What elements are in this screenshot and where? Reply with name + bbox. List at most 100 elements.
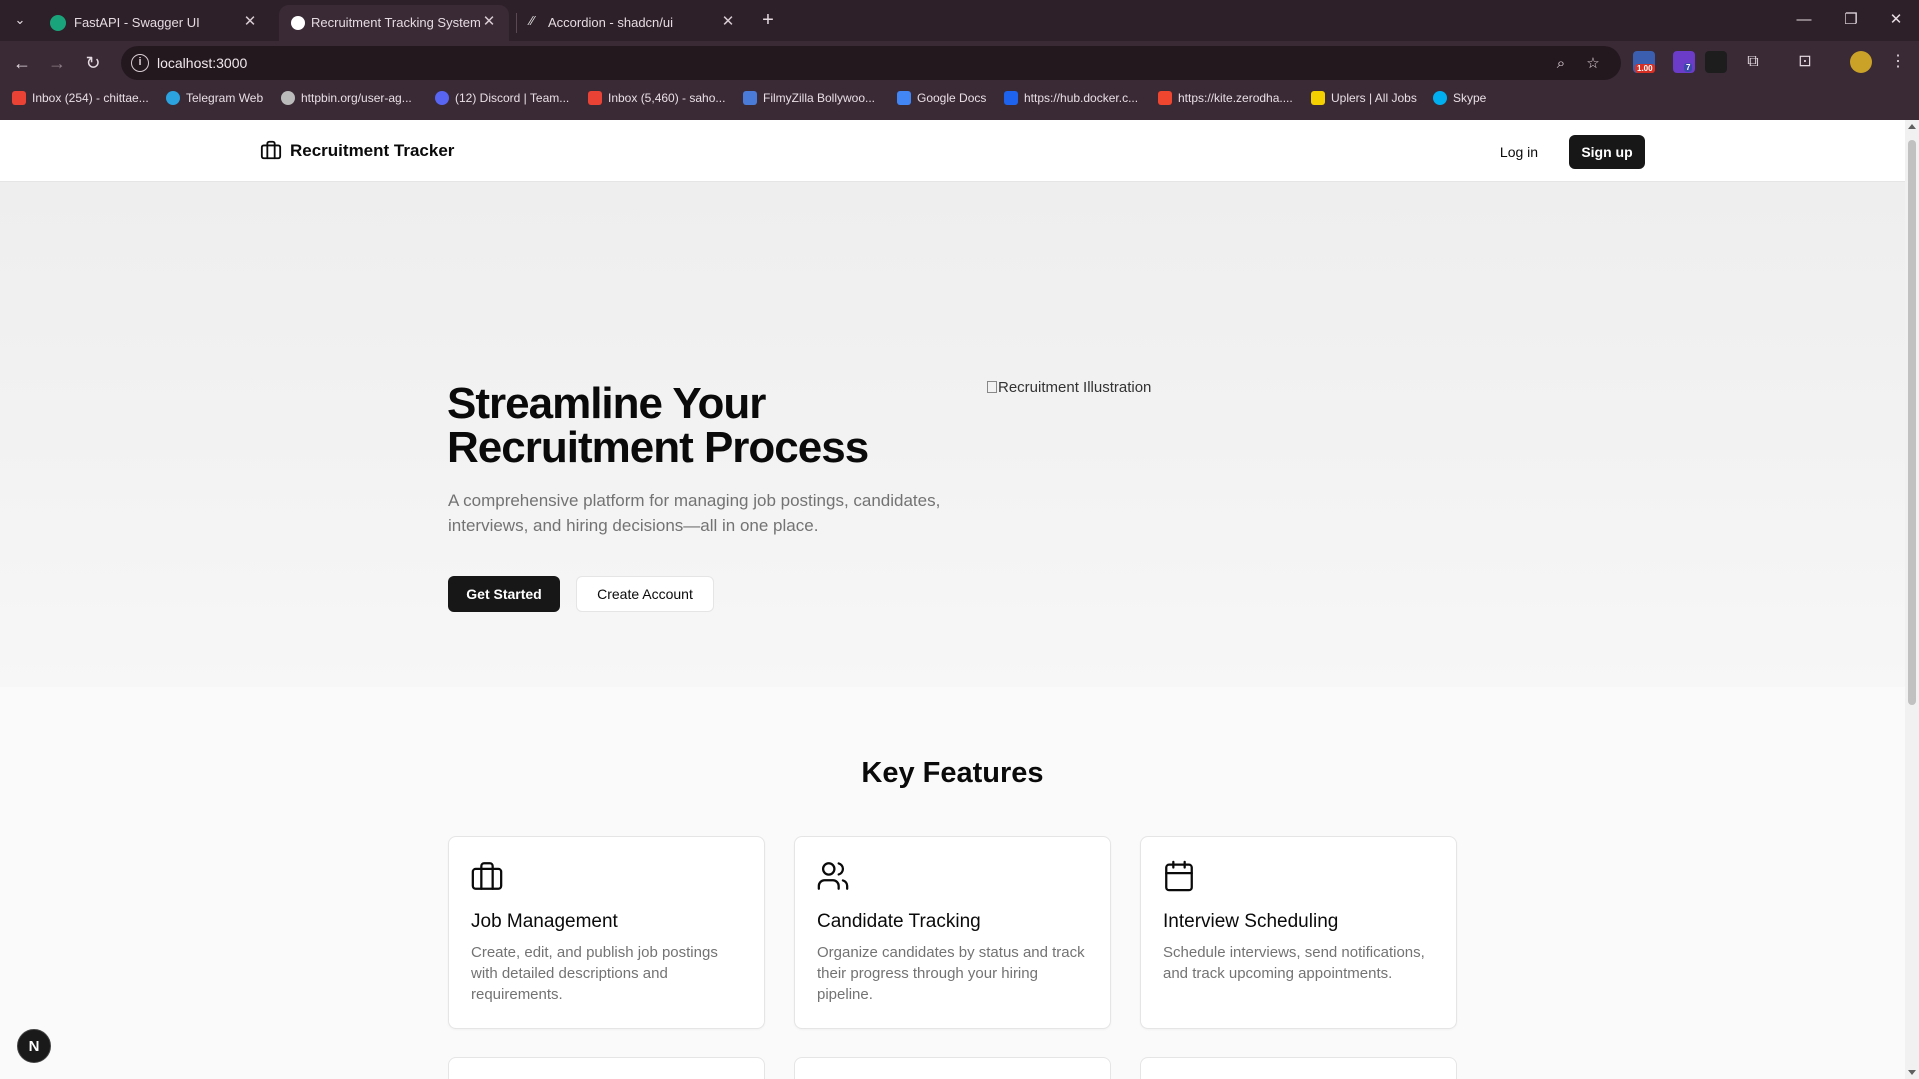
- tab-title: Accordion - shadcn/ui: [548, 15, 674, 30]
- bookmarks-bar: Inbox (254) - chittae... Telegram Web ht…: [0, 87, 1919, 113]
- screen-capture-icon[interactable]: ⊡: [1794, 51, 1816, 73]
- calendar-icon: [1165, 860, 1193, 892]
- tab-recruitment[interactable]: Recruitment Tracking System ✕: [279, 5, 509, 41]
- bookmark-item[interactable]: Skype: [1433, 91, 1486, 109]
- tab-fastapi[interactable]: FastAPI - Swagger UI ✕: [38, 5, 270, 41]
- close-tab-icon[interactable]: ✕: [718, 12, 738, 32]
- feature-card-job-management: Job Management Create, edit, and publish…: [448, 836, 765, 1029]
- scroll-up-icon[interactable]: [1908, 124, 1916, 129]
- tab-title: FastAPI - Swagger UI: [74, 15, 200, 30]
- broken-image-icon: [987, 381, 997, 393]
- browser-toolbar: ← → ↻ i localhost:3000 ⌕ ☆: [0, 41, 1919, 85]
- close-tab-icon[interactable]: ✕: [479, 12, 499, 32]
- url-text: localhost:3000: [157, 55, 248, 71]
- scrollbar-thumb[interactable]: [1908, 140, 1916, 705]
- hero-section: Recruitment Illustration Streamline Your…: [0, 182, 1905, 687]
- extension-badge: 1.00: [1635, 64, 1655, 73]
- gmail-icon: [588, 91, 602, 105]
- bookmark-item[interactable]: Google Docs: [897, 91, 986, 109]
- page-scrollbar[interactable]: [1905, 120, 1919, 1079]
- bookmark-label: https://hub.docker.c...: [1024, 91, 1139, 105]
- hero-subtitle: A comprehensive platform for managing jo…: [448, 491, 941, 535]
- scroll-down-icon[interactable]: [1908, 1070, 1916, 1075]
- feature-description: Organize candidates by status and track …: [817, 944, 1085, 1003]
- page-viewport: Recruitment Tracker Log in Sign up Recru…: [0, 120, 1905, 1079]
- gmail-icon: [12, 91, 26, 105]
- extension-icon[interactable]: 7: [1673, 51, 1695, 73]
- create-account-button[interactable]: Create Account: [576, 576, 714, 612]
- bookmark-label: (12) Discord | Team...: [455, 91, 570, 105]
- fastapi-favicon-icon: [50, 15, 66, 31]
- extension-icon[interactable]: 1.00: [1633, 51, 1655, 73]
- close-window-icon[interactable]: ✕: [1876, 6, 1916, 34]
- skype-icon: [1433, 91, 1447, 105]
- close-tab-icon[interactable]: ✕: [240, 12, 260, 32]
- bookmark-label: FilmyZilla Bollywoo...: [763, 91, 876, 105]
- back-icon[interactable]: ←: [10, 51, 34, 75]
- bookmark-label: Skype: [1453, 91, 1487, 105]
- tab-title: Recruitment Tracking System: [311, 15, 481, 30]
- tab-search-icon[interactable]: ⌄: [9, 9, 31, 31]
- bookmark-item[interactable]: FilmyZilla Bollywoo...: [743, 91, 875, 109]
- extension-badge: 7: [1684, 63, 1693, 72]
- kite-icon: [1158, 91, 1172, 105]
- site-info-icon[interactable]: i: [131, 54, 149, 72]
- features-title: Key Features: [861, 757, 1044, 789]
- site-header: Recruitment Tracker Log in Sign up: [0, 120, 1905, 182]
- bookmark-label: https://kite.zerodha....: [1178, 91, 1293, 105]
- briefcase-icon: [260, 140, 282, 160]
- telegram-icon: [166, 91, 180, 105]
- discord-icon: [435, 91, 449, 105]
- feature-card-candidate-tracking: Candidate Tracking Organize candidates b…: [794, 836, 1111, 1029]
- bookmark-label: Inbox (5,460) - saho...: [608, 91, 726, 105]
- tab-strip: ⌄ FastAPI - Swagger UI ✕ Recruitment Tra…: [0, 0, 1919, 41]
- forward-icon[interactable]: →: [45, 51, 69, 75]
- extensions-puzzle-icon[interactable]: ⧉: [1742, 51, 1764, 73]
- reload-icon[interactable]: ↻: [81, 51, 105, 75]
- bookmark-item[interactable]: Inbox (5,460) - saho...: [588, 91, 725, 109]
- restore-icon[interactable]: ❐: [1831, 6, 1871, 34]
- nextjs-dev-indicator[interactable]: N: [17, 1029, 51, 1063]
- signup-button[interactable]: Sign up: [1569, 135, 1645, 169]
- login-link[interactable]: Log in: [1488, 135, 1550, 169]
- feature-card-interview-scheduling: Interview Scheduling Schedule interviews…: [1140, 836, 1457, 1029]
- hero-illustration: Recruitment Illustration: [987, 379, 1151, 396]
- bookmark-star-icon[interactable]: ☆: [1583, 54, 1603, 74]
- bookmark-label: httpbin.org/user-ag...: [301, 91, 412, 105]
- bookmark-label: Telegram Web: [186, 91, 264, 105]
- extension-icon[interactable]: [1705, 51, 1727, 73]
- bookmark-label: Google Docs: [917, 91, 987, 105]
- address-bar[interactable]: i localhost:3000 ⌕ ☆: [121, 46, 1621, 80]
- get-started-button[interactable]: Get Started: [448, 576, 560, 612]
- browser-menu-icon[interactable]: ⋮: [1887, 51, 1909, 73]
- bookmark-item[interactable]: Telegram Web: [166, 91, 263, 109]
- bookmark-item[interactable]: httpbin.org/user-ag...: [281, 91, 412, 109]
- feature-title: Interview Scheduling: [1163, 911, 1339, 932]
- feature-card-partial: [448, 1057, 765, 1079]
- users-icon: [817, 862, 849, 890]
- browser-chrome: ⌄ FastAPI - Swagger UI ✕ Recruitment Tra…: [0, 0, 1919, 120]
- new-tab-icon[interactable]: +: [756, 8, 780, 32]
- feature-title: Candidate Tracking: [817, 911, 981, 932]
- minimize-icon[interactable]: —: [1784, 6, 1824, 34]
- bookmark-label: Uplers | All Jobs: [1331, 91, 1417, 105]
- profile-avatar[interactable]: [1850, 51, 1872, 73]
- globe-icon: [281, 91, 295, 105]
- filmyzilla-icon: [743, 91, 757, 105]
- briefcase-icon: [471, 862, 503, 890]
- bookmark-item[interactable]: (12) Discord | Team...: [435, 91, 569, 109]
- tab-shadcn[interactable]: ⁄⁄ Accordion - shadcn/ui ✕: [518, 5, 748, 41]
- feature-title: Job Management: [471, 911, 618, 932]
- shadcn-favicon-icon: ⁄⁄: [530, 13, 535, 28]
- feature-description: Schedule interviews, send notifications,…: [1163, 944, 1425, 982]
- zoom-icon[interactable]: ⌕: [1551, 54, 1571, 74]
- bookmark-item[interactable]: https://kite.zerodha....: [1158, 91, 1293, 109]
- bookmark-item[interactable]: Inbox (254) - chittae...: [12, 91, 149, 109]
- feature-card-partial: [1140, 1057, 1457, 1079]
- docs-icon: [897, 91, 911, 105]
- feature-description: Create, edit, and publish job postings w…: [471, 944, 718, 1003]
- uplers-icon: [1311, 91, 1325, 105]
- bookmark-item[interactable]: https://hub.docker.c...: [1004, 91, 1138, 109]
- tab-separator: [516, 13, 517, 33]
- bookmark-item[interactable]: Uplers | All Jobs: [1311, 91, 1417, 109]
